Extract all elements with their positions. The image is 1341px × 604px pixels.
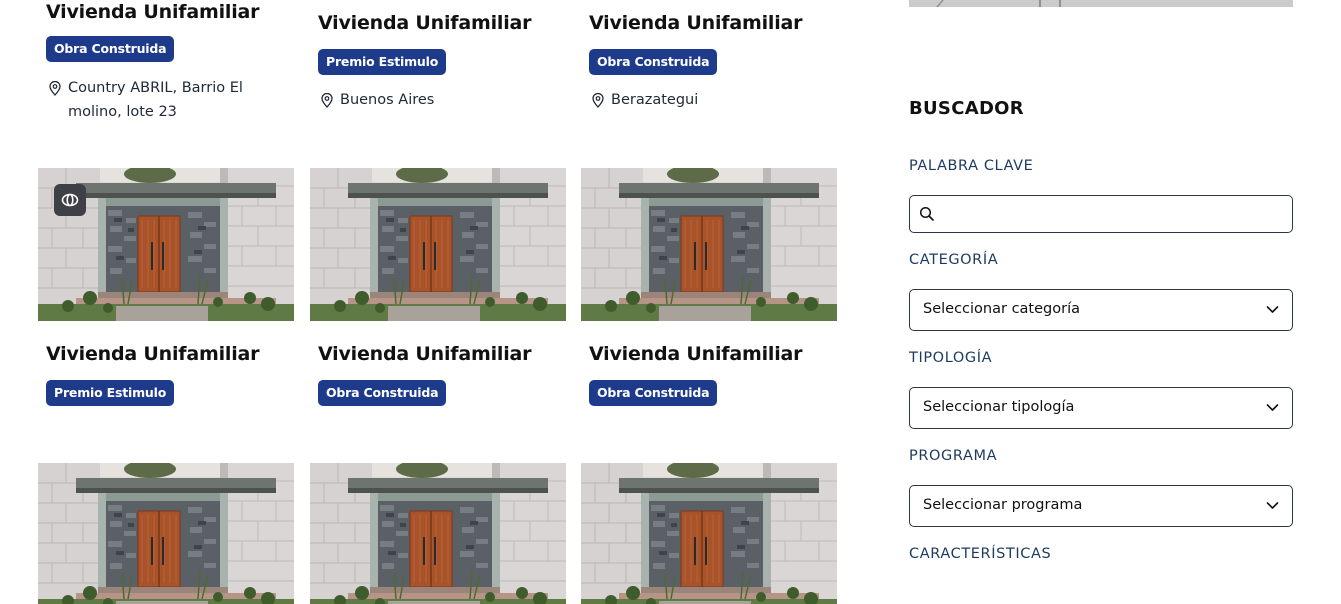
category-badge: Premio Estimulo — [318, 49, 447, 75]
chevron-down-icon — [1266, 306, 1279, 313]
typology-select[interactable]: Seleccionar tipología — [909, 387, 1293, 429]
features-label: CARACTERÍSTICAS — [909, 546, 1052, 562]
map-pin-icon — [318, 88, 336, 108]
chevron-down-icon — [1266, 502, 1279, 509]
typology-label: TIPOLOGÍA — [909, 350, 993, 366]
card-location: Country ABRIL, Barrio El molino, lote 23 — [46, 76, 276, 124]
card-location-text: Berazategui — [611, 92, 699, 108]
category-select-value: Seleccionar categoría — [923, 301, 1080, 317]
program-select-value: Seleccionar programa — [923, 497, 1083, 513]
search-sidebar: BUSCADOR PALABRA CLAVE CATEGORÍA Selecci… — [909, 0, 1293, 604]
project-card[interactable]: Vivienda Unifamiliar Obra Construida — [581, 168, 837, 406]
category-badge: Obra Construida — [589, 49, 718, 75]
category-badge: Obra Construida — [318, 380, 447, 406]
card-title[interactable]: Vivienda Unifamiliar — [46, 0, 260, 24]
card-title[interactable]: Vivienda Unifamiliar — [318, 342, 532, 366]
map-pin-icon — [589, 88, 607, 108]
keyword-search-box[interactable] — [909, 195, 1293, 233]
project-card[interactable]: Vivienda Unifamiliar Obra Construida — [310, 168, 566, 406]
category-label: CATEGORÍA — [909, 252, 999, 268]
card-location: Buenos Aires — [318, 88, 548, 112]
card-title[interactable]: Vivienda Unifamiliar — [46, 342, 260, 366]
card-image[interactable] — [38, 463, 294, 604]
card-location-text: Buenos Aires — [340, 92, 435, 108]
card-image[interactable] — [581, 168, 837, 321]
project-card[interactable] — [581, 463, 837, 604]
card-title[interactable]: Vivienda Unifamiliar — [318, 11, 532, 35]
card-image[interactable] — [581, 463, 837, 604]
program-select[interactable]: Seleccionar programa — [909, 485, 1293, 527]
card-title[interactable]: Vivienda Unifamiliar — [589, 11, 803, 35]
card-location-text: Country ABRIL, Barrio El molino, lote 23 — [68, 80, 243, 120]
project-card[interactable] — [310, 463, 566, 604]
card-image[interactable] — [310, 168, 566, 321]
card-image[interactable] — [310, 463, 566, 604]
project-card[interactable]: Vivienda Unifamiliar Premio Estimulo — [38, 168, 294, 406]
card-location: Berazategui — [589, 88, 819, 112]
category-select[interactable]: Seleccionar categoría — [909, 289, 1293, 331]
category-badge: Obra Construida — [46, 36, 175, 62]
keyword-label: PALABRA CLAVE — [909, 158, 1034, 174]
chevron-down-icon — [1266, 404, 1279, 411]
program-label: PROGRAMA — [909, 448, 998, 464]
card-image[interactable] — [38, 168, 294, 321]
search-icon — [919, 206, 934, 221]
sidebar-title: BUSCADOR — [909, 98, 1024, 119]
360-view-icon[interactable] — [54, 184, 86, 216]
project-grid: Vivienda Unifamiliar Obra Construida Cou… — [38, 0, 838, 604]
typology-select-value: Seleccionar tipología — [923, 399, 1075, 415]
category-badge: Premio Estimulo — [46, 380, 175, 406]
map-pin-icon — [46, 76, 64, 96]
project-card[interactable] — [38, 463, 294, 604]
category-badge: Obra Construida — [589, 380, 718, 406]
card-title[interactable]: Vivienda Unifamiliar — [589, 342, 803, 366]
keyword-input[interactable] — [942, 196, 1287, 232]
map-preview[interactable] — [909, 0, 1293, 7]
